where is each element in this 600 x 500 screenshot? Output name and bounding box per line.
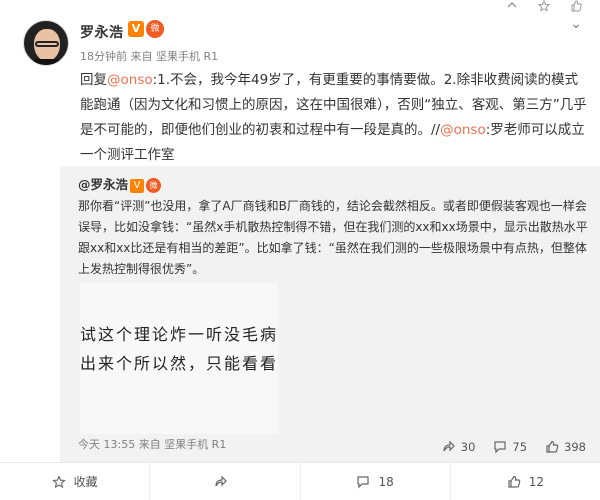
repost-meta: 今天 13:55 来自 坚果手机 R1: [78, 438, 227, 451]
verified-icon: V: [130, 178, 145, 193]
mention-link[interactable]: @onso: [107, 72, 153, 88]
repost-like-count: 398: [564, 440, 586, 454]
like-button[interactable]: 12: [451, 463, 600, 500]
mention-link[interactable]: @onso: [440, 122, 486, 138]
post-meta: 18分钟前 来自 坚果手机 R1: [80, 50, 219, 63]
level-badge-icon: 微: [146, 20, 164, 38]
like-icon[interactable]: [570, 0, 582, 14]
comment-count: 18: [378, 474, 394, 489]
repost-card[interactable]: @罗永浩 V 微 那你看“评测”也没用，拿了A厂商钱和B厂商钱的，结论会截然相反。或…: [60, 166, 600, 462]
comment-icon: [494, 441, 507, 454]
post-text: 回复@onso:1.不会，我今年49岁了，有更重要的事情要做。2.除非收费阅读的…: [80, 68, 590, 168]
like-icon: [546, 440, 559, 453]
star-icon[interactable]: [537, 0, 551, 14]
reply-prefix: 回复: [80, 72, 107, 88]
like-count: 12: [528, 474, 545, 489]
level-badge-icon: 微: [146, 178, 162, 193]
repost-stats: 30 75 398: [442, 440, 586, 454]
quote-line-2: 出来个所以然，只能看看: [80, 354, 278, 373]
favorite-button[interactable]: 收藏: [0, 463, 151, 500]
share-icon: [215, 475, 227, 486]
repost-comment-stat[interactable]: 75: [493, 440, 527, 454]
share-icon: [443, 440, 455, 452]
repost-like-stat[interactable]: 398: [545, 440, 586, 454]
share-icon[interactable]: [506, 0, 518, 14]
repost-share-count: 30: [460, 440, 476, 454]
verified-icon: V: [128, 21, 144, 37]
avatar-glasses: [35, 41, 59, 47]
repost-text: @罗永浩 V 微 那你看“评测”也没用，拿了A厂商钱和B厂商钱的，结论会截然相反。或…: [78, 174, 593, 280]
share-button[interactable]: [150, 463, 301, 500]
action-bar: 收藏 18 12: [0, 462, 600, 500]
quote-image[interactable]: 试这个理论炸一听没毛病 出来个所以然，只能看看: [80, 283, 278, 434]
author-name[interactable]: 罗永浩: [80, 22, 124, 42]
chevron-down-icon[interactable]: ⌄: [570, 16, 582, 32]
top-actions: [490, 0, 600, 14]
favorite-icon: [51, 474, 66, 488]
like-icon: [508, 475, 520, 488]
repost-author[interactable]: @罗永浩: [78, 177, 128, 192]
favorite-label: 收藏: [73, 475, 98, 489]
repost-share-stat[interactable]: 30: [442, 440, 476, 454]
comment-icon: [357, 475, 370, 488]
comment-button[interactable]: 18: [301, 463, 451, 500]
avatar-collar: [28, 59, 66, 65]
repost-comment-count: 75: [512, 440, 528, 454]
repost-body: 那你看“评测”也没用，拿了A厂商钱和B厂商钱的，结论会截然相反。或者即便假装客观…: [78, 199, 588, 276]
quote-line-1: 试这个理论炸一听没毛病: [80, 325, 278, 344]
avatar[interactable]: [23, 20, 69, 66]
